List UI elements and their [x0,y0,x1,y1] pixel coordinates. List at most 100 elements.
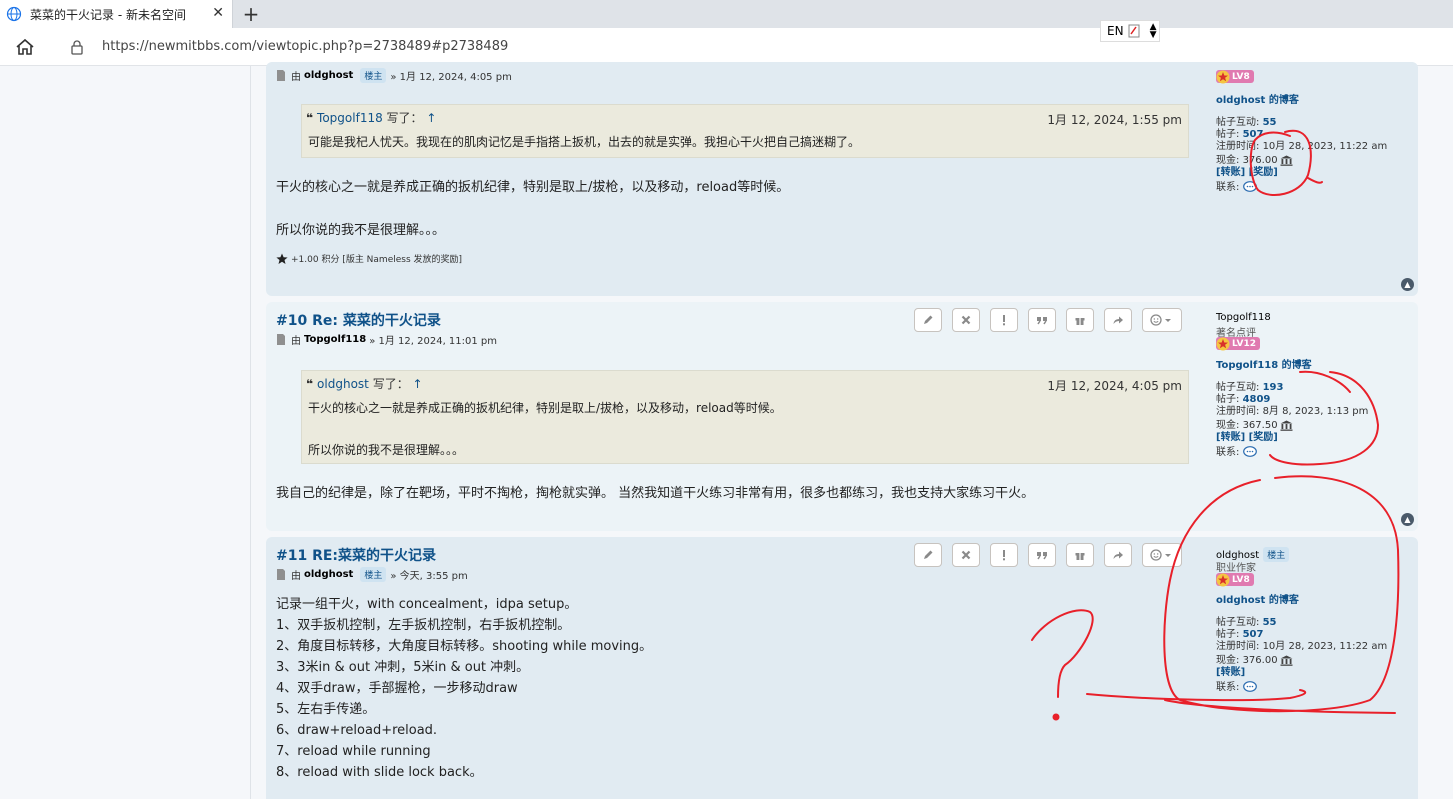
post-text-line: 1、双手扳机控制，左手扳机控制，右手扳机控制。 [276,618,571,633]
by-label: 由 [291,571,301,582]
globe-icon [6,6,22,22]
quote-block: ❝ oldghost 写了： ↑ 1月 12, 2024, 4:05 pm 干火的… [301,370,1189,464]
level-star-icon [1216,70,1230,83]
poster-name[interactable]: Topgolf118 [1216,312,1271,323]
quote-button[interactable] [1028,543,1056,567]
pencil-icon [924,550,933,559]
quote-date: 1月 12, 2024, 4:05 pm [1047,379,1182,393]
quote-date: 1月 12, 2024, 1:55 pm [1047,113,1182,127]
quote-author[interactable]: oldghost [317,377,369,391]
author-name[interactable]: oldghost [304,70,353,81]
post-10: #10 Re: 菜菜的干火记录 由 Topgolf118 » 1月 12, 20… [266,302,1418,531]
post-text-line: 6、draw+reload+reload. [276,723,438,738]
post-date: » 1月 12, 2024, 4:05 pm [390,72,512,83]
level-text: LV8 [1232,71,1250,82]
profile-contact: 联系: [1216,443,1257,458]
author-name[interactable]: Topgolf118 [304,334,366,345]
post-11: #11 RE:菜菜的干火记录 由 oldghost 楼主 » 今天, 3:55 … [266,537,1418,799]
quote-author[interactable]: Topgolf118 [317,111,383,125]
quote-button[interactable] [1028,308,1056,332]
level-text: LV12 [1232,338,1256,349]
smiley-chevron-down-icon [1150,314,1171,326]
quote-icon: ❝ [306,111,314,125]
star-icon [276,253,288,264]
bank-icon[interactable] [1280,655,1293,666]
quote-icon [1037,552,1047,560]
quote-wrote-label: 写了： [372,377,409,391]
home-icon[interactable] [14,37,36,57]
reaction-button[interactable] [1142,543,1182,567]
profile-registered: 注册时间: 8月 8, 2023, 1:13 pm [1216,406,1369,417]
post-text-line: 3、3米in & out 冲刺，5米in & out 冲刺。 [276,660,530,675]
browser-tab[interactable]: 菜菜的干火记录 - 新未名空间 ✕ [0,0,233,28]
level-badge: LV8 [1216,573,1254,590]
new-tab-button[interactable]: + [240,2,262,26]
document-icon[interactable] [276,334,286,345]
profile-contact: 联系: [1216,178,1257,193]
input-language-indicator[interactable]: EN ▲ ▼ [1100,20,1160,42]
op-badge: 楼主 [360,567,387,582]
quote-jump-icon[interactable]: ↑ [413,377,423,391]
gift-button[interactable] [1066,308,1094,332]
document-icon[interactable] [276,569,286,580]
bank-icon[interactable] [1280,155,1293,166]
smiley-chevron-down-icon [1150,549,1171,561]
level-text: LV8 [1232,574,1250,585]
post-date: » 1月 12, 2024, 11:01 pm [369,336,498,347]
report-button[interactable] [990,543,1018,567]
by-label: 由 [291,336,301,347]
document-icon[interactable] [276,70,286,81]
post-text-line: 5、左右手传递。 [276,702,376,717]
back-to-top-icon[interactable]: ▲ [1401,278,1414,291]
level-star-icon [1216,337,1230,350]
bank-icon[interactable] [1280,420,1293,431]
level-badge: LV12 [1216,337,1260,354]
blog-link[interactable]: oldghost 的博客 [1216,591,1299,606]
transfer-link[interactable]: [转账] [1216,663,1245,678]
post-text-line: 8、reload with slide lock back。 [276,765,483,780]
post-text-line: 我自己的纪律是，除了在靶场，平时不掏枪，掏枪就实弹。 当然我知道干火练习非常有用… [276,486,1035,501]
updown-arrows-icon[interactable]: ▲ ▼ [1150,23,1157,40]
chat-icon[interactable] [1242,681,1257,693]
back-to-top-icon[interactable]: ▲ [1401,513,1414,526]
share-icon [1113,316,1123,324]
gift-button[interactable] [1066,543,1094,567]
quote-jump-icon[interactable]: ↑ [426,111,436,125]
post-title[interactable]: #10 Re: 菜菜的干火记录 [276,310,441,330]
author-name[interactable]: oldghost [304,569,353,580]
post-text-line: 4、双手draw，手部握枪，一步移动draw [276,681,518,696]
lock-icon[interactable] [70,39,84,55]
delete-button[interactable] [952,308,980,332]
profile-contact: 联系: [1216,678,1257,693]
exclamation-icon [1003,550,1005,561]
delete-button[interactable] [952,543,980,567]
share-button[interactable] [1104,308,1132,332]
pencil-icon [924,315,933,324]
blog-link[interactable]: Topgolf118 的博客 [1216,356,1312,371]
quote-line: 干火的核心之一就是养成正确的扳机纪律，特别是取上/拔枪，以及移动，reload等… [308,401,782,415]
by-label: 由 [291,72,301,83]
profile-registered: 注册时间: 10月 28, 2023, 11:22 am [1216,641,1388,652]
reaction-button[interactable] [1142,308,1182,332]
transfer-reward-links[interactable]: [转账] [奖励] [1216,163,1278,178]
url-input[interactable]: https://newmitbbs.com/viewtopic.php?p=27… [102,39,508,54]
close-icon [961,315,971,325]
edit-button[interactable] [914,308,942,332]
blog-link[interactable]: oldghost 的博客 [1216,91,1299,106]
edit-button[interactable] [914,543,942,567]
post-title[interactable]: #11 RE:菜菜的干火记录 [276,545,436,565]
post-action-buttons [914,543,1182,567]
chat-icon[interactable] [1242,181,1257,193]
quote-header: ❝ oldghost 写了： ↑ [306,375,423,392]
share-button[interactable] [1104,543,1132,567]
op-badge: 楼主 [360,68,387,83]
post-9: 由 oldghost 楼主 » 1月 12, 2024, 4:05 pm ❝ To… [266,62,1418,296]
close-tab-icon[interactable]: ✕ [212,5,224,21]
post-date: » 今天, 3:55 pm [390,571,468,582]
left-sidebar [0,66,251,799]
op-badge: 楼主 [1263,547,1290,562]
report-button[interactable] [990,308,1018,332]
quote-wrote-label: 写了： [386,111,423,125]
transfer-reward-links[interactable]: [转账] [奖励] [1216,428,1278,443]
chat-icon[interactable] [1242,446,1257,458]
